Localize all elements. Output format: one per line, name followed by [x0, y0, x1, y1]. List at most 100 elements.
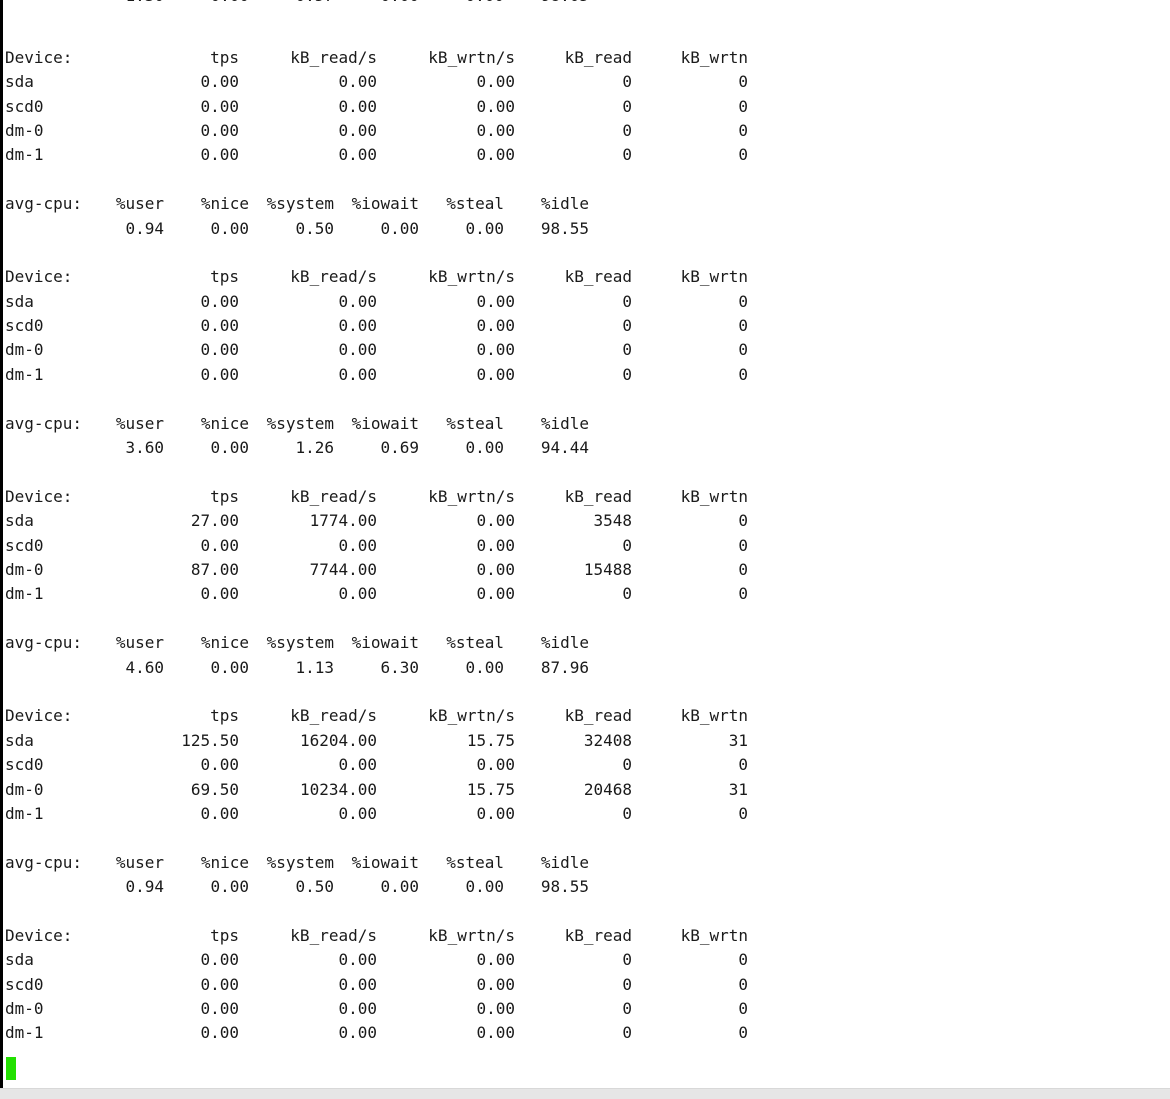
cpu-header-line: avg-cpu: %user %nice %system %iowait %steal %i…: [5, 412, 1170, 436]
cell: 0.00: [210, 438, 249, 458]
cell: 0: [622, 340, 632, 360]
cell: kB_wrtn: [680, 267, 748, 287]
cell: sda: [5, 730, 34, 750]
device-row: dm-0 87.00 7744.00 0.00 15488 0: [5, 558, 1170, 582]
device-row: scd0 0.00 0.00 0.00 0 0: [5, 753, 1170, 777]
cell: 0.00: [476, 999, 515, 1019]
cell: %idle: [540, 633, 589, 653]
cell: %system: [266, 194, 334, 214]
cell: 0: [738, 1023, 748, 1043]
cell: 0.00: [380, 877, 419, 897]
cell: 0.00: [338, 584, 377, 604]
cell: 0.00: [476, 96, 515, 116]
cell: kB_wrtn: [680, 47, 748, 67]
cell: 0.00: [200, 340, 239, 360]
cell: 0.00: [476, 1023, 515, 1043]
cell: kB_wrtn/s: [428, 925, 515, 945]
cell: scd0: [5, 755, 44, 775]
cell: 31: [728, 779, 748, 799]
cell: 0: [622, 584, 632, 604]
cpu-values-line: 3.60 0.00 1.26 0.69 0.00 94.44: [5, 436, 1170, 460]
cell: 0: [622, 96, 632, 116]
cell: tps: [210, 925, 239, 945]
cell: 0.00: [200, 1023, 239, 1043]
cell: 0: [738, 364, 748, 384]
cell: 0.00: [200, 364, 239, 384]
cell: %system: [266, 633, 334, 653]
cell: avg-cpu:: [5, 852, 83, 872]
cell: 0.00: [338, 72, 377, 92]
cell: 15488: [583, 559, 632, 579]
device-row: scd0 0.00 0.00 0.00 0 0: [5, 314, 1170, 338]
device-row: dm-0 0.00 0.00 0.00 0 0: [5, 997, 1170, 1021]
cell: 1.26: [295, 438, 334, 458]
cell: 0: [738, 584, 748, 604]
cell: %user: [115, 413, 164, 433]
cell: 0: [622, 120, 632, 140]
cell: Device:: [5, 47, 73, 67]
cell: scd0: [5, 974, 44, 994]
cell: 0.94: [125, 877, 164, 897]
cell: 0: [622, 999, 632, 1019]
cell: 0.69: [380, 438, 419, 458]
cell: Device:: [5, 925, 73, 945]
cell: 0.00: [476, 145, 515, 165]
terminal-output[interactable]: Device: tps kB_read/s kB_wrtn/s kB_read kB_wr…: [5, 0, 1170, 1070]
cell: 0.00: [338, 999, 377, 1019]
cell: 0: [622, 1023, 632, 1043]
cpu-values-line: 4.60 0.00 1.13 6.30 0.00 87.96: [5, 656, 1170, 680]
cell: 0: [738, 120, 748, 140]
cell: %system: [266, 413, 334, 433]
cell: 0.00: [338, 755, 377, 775]
cell: 3.60: [125, 438, 164, 458]
cell: 0.00: [338, 974, 377, 994]
cell: 0.00: [200, 755, 239, 775]
cell: %steal: [446, 413, 504, 433]
cell: 0: [738, 145, 748, 165]
cell: dm-1: [5, 584, 44, 604]
cell: %system: [266, 852, 334, 872]
cell: kB_read: [564, 706, 632, 726]
device-row: dm-1 0.00 0.00 0.00 0 0: [5, 1021, 1170, 1045]
cell: %user: [115, 194, 164, 214]
cell: 0.00: [210, 657, 249, 677]
cell: dm-1: [5, 803, 44, 823]
cell: 0.00: [200, 535, 239, 555]
cell: %nice: [200, 852, 249, 872]
cell: 31: [728, 730, 748, 750]
device-header-line: Device: tps kB_read/s kB_wrtn/s kB_read kB_wr…: [5, 46, 1170, 70]
cell: 0.00: [200, 974, 239, 994]
cell: kB_wrtn: [680, 486, 748, 506]
cell: %nice: [200, 413, 249, 433]
cell: 0.00: [476, 974, 515, 994]
cell: 98.55: [540, 877, 589, 897]
cpu-header-line: avg-cpu: %user %nice %system %iowait %steal %i…: [5, 192, 1170, 216]
cell: 0.00: [338, 96, 377, 116]
cell: 0.00: [338, 803, 377, 823]
cell: scd0: [5, 535, 44, 555]
cell: 0: [622, 316, 632, 336]
cell: 0.00: [338, 316, 377, 336]
cell: %user: [115, 852, 164, 872]
device-row: dm-0 0.00 0.00 0.00 0 0: [5, 338, 1170, 362]
terminal-window[interactable]: 1.300.000.570.000.0098.05 Device:tpskB_r…: [0, 0, 1170, 1099]
device-row: sda 0.00 0.00 0.00 0 0: [5, 290, 1170, 314]
device-row: dm-0 69.50 10234.00 15.75 20468 31: [5, 778, 1170, 802]
cpu-values-line: 0.94 0.00 0.50 0.00 0.00 98.55: [5, 217, 1170, 241]
cell: 0.00: [200, 96, 239, 116]
cell: 0: [738, 803, 748, 823]
device-header-line: Device: tps kB_read/s kB_wrtn/s kB_read kB_wr…: [5, 704, 1170, 728]
cell: kB_read: [564, 47, 632, 67]
cell: avg-cpu:: [5, 633, 83, 653]
device-row: sda 125.50 16204.00 15.75 32408 31: [5, 729, 1170, 753]
horizontal-scrollbar[interactable]: [0, 1088, 1170, 1099]
cell: 0.94: [125, 218, 164, 238]
cell: avg-cpu:: [5, 194, 83, 214]
cell: kB_read: [564, 486, 632, 506]
cell: 98.55: [540, 218, 589, 238]
